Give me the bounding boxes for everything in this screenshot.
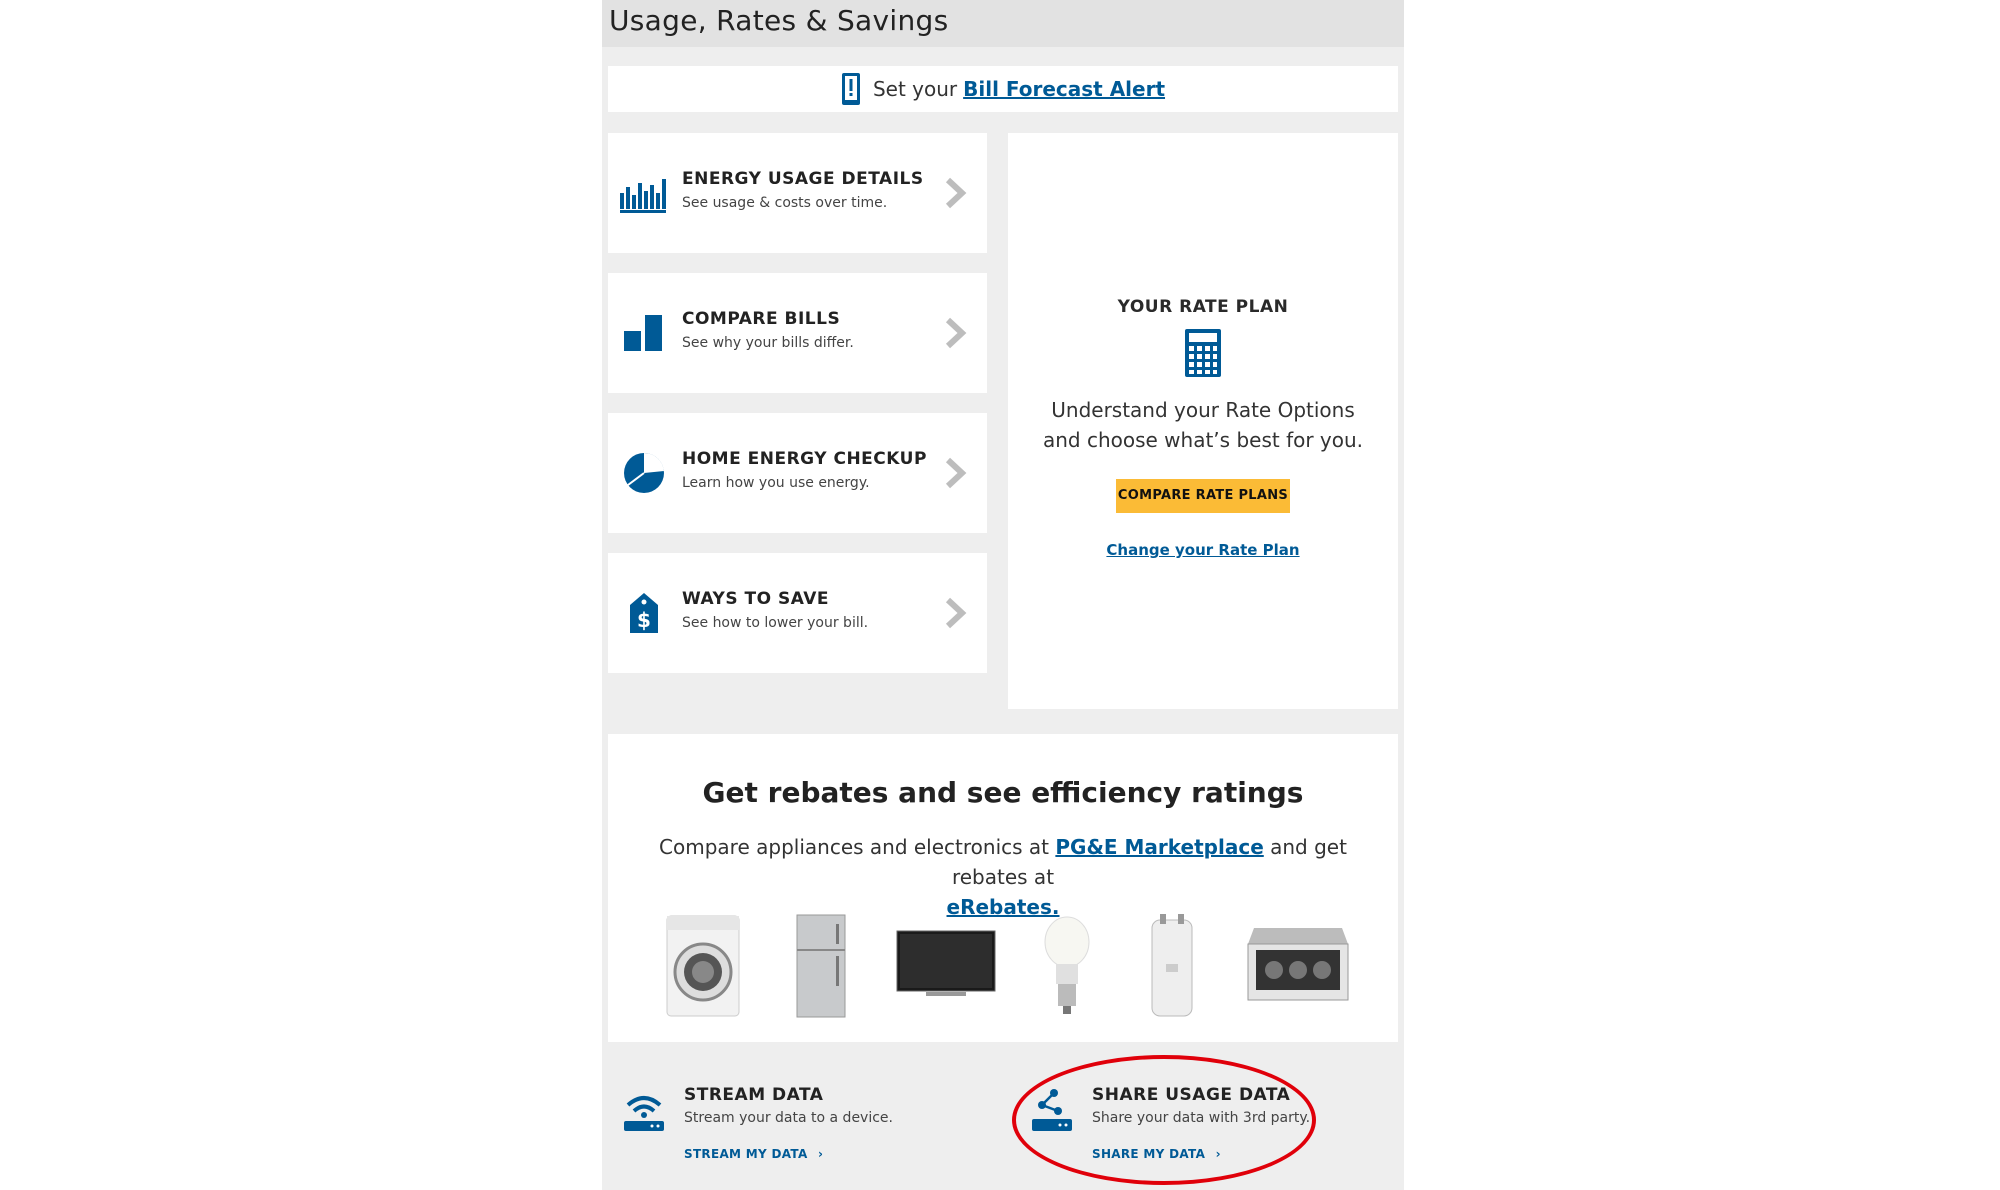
compare-bars-icon: [624, 315, 662, 351]
card-title: WAYS TO SAVE: [682, 589, 829, 609]
rate-plan-title: YOUR RATE PLAN: [1117, 297, 1289, 317]
stream-my-data-label: STREAM MY DATA: [684, 1147, 808, 1161]
chevron-right-icon: [945, 597, 967, 629]
chevron-right-icon: [945, 177, 967, 209]
card-subtitle: See usage & costs over time.: [682, 195, 888, 211]
home-energy-checkup-card[interactable]: HOME ENERGY CHECKUP Learn how you use en…: [608, 413, 987, 533]
pge-marketplace-link[interactable]: PG&E Marketplace: [1055, 835, 1263, 859]
highlight-circle-annotation: [1012, 1055, 1316, 1185]
stream-data-title: STREAM DATA: [684, 1085, 824, 1105]
card-subtitle: See how to lower your bill.: [682, 615, 869, 631]
stream-data-subtitle: Stream your data to a device.: [684, 1110, 893, 1126]
bar-chart-icon: [620, 179, 666, 213]
chevron-right-icon: ›: [818, 1147, 824, 1161]
energy-usage-details-card[interactable]: ENERGY USAGE DETAILS See usage & costs o…: [608, 133, 987, 253]
usage-rates-panel: Usage, Rates & Savings Set your Bill For…: [602, 0, 1404, 1190]
washer-image: [666, 915, 740, 1017]
chevron-right-icon: [945, 457, 967, 489]
bill-forecast-alert-link[interactable]: Bill Forecast Alert: [963, 77, 1165, 101]
section-header: Usage, Rates & Savings: [602, 0, 1404, 47]
price-tag-dollar-icon: $: [630, 593, 658, 633]
svg-text:$: $: [637, 608, 651, 632]
compare-bills-card[interactable]: COMPARE BILLS See why your bills differ.: [608, 273, 987, 393]
rate-plan-description: Understand your Rate Options and choose …: [1042, 398, 1364, 452]
card-subtitle: Learn how you use energy.: [682, 475, 870, 491]
refrigerator-image: [796, 914, 846, 1018]
chevron-right-icon: [945, 317, 967, 349]
rebates-title: Get rebates and see efficiency ratings: [702, 776, 1304, 809]
card-title: ENERGY USAGE DETAILS: [682, 169, 924, 189]
bill-forecast-banner: Set your Bill Forecast Alert: [608, 66, 1398, 112]
forecast-prefix: Set your: [872, 77, 958, 101]
rate-plan-card: YOUR RATE PLAN Understand your Rate Opti…: [1008, 133, 1398, 709]
stream-my-data-link[interactable]: STREAM MY DATA ›: [684, 1147, 823, 1161]
cooktop-image: [1247, 928, 1349, 1001]
rebates-desc-prefix: Compare appliances and electronics at: [659, 835, 1050, 859]
light-bulb-image: [1044, 916, 1090, 1014]
calculator-icon: [1185, 329, 1221, 377]
wifi-router-icon: [624, 1096, 664, 1131]
rebates-section: Get rebates and see efficiency ratings C…: [608, 734, 1398, 1042]
ways-to-save-card[interactable]: $ WAYS TO SAVE See how to lower your bil…: [608, 553, 987, 673]
water-heater-image: [1151, 914, 1193, 1017]
mobile-alert-icon: [841, 73, 860, 105]
stream-data-item: STREAM DATA Stream your data to a device…: [622, 1075, 962, 1175]
card-title: COMPARE BILLS: [682, 309, 841, 329]
pie-chart-icon: [624, 452, 664, 493]
card-title: HOME ENERGY CHECKUP: [682, 449, 927, 469]
compare-rate-plans-button[interactable]: COMPARE RATE PLANS: [1116, 479, 1290, 513]
television-image: [896, 930, 996, 996]
rebates-description: Compare appliances and electronics at PG…: [628, 832, 1378, 922]
page-title: Usage, Rates & Savings: [609, 4, 949, 37]
card-subtitle: See why your bills differ.: [682, 335, 854, 351]
change-rate-plan-link[interactable]: Change your Rate Plan: [1008, 541, 1398, 559]
